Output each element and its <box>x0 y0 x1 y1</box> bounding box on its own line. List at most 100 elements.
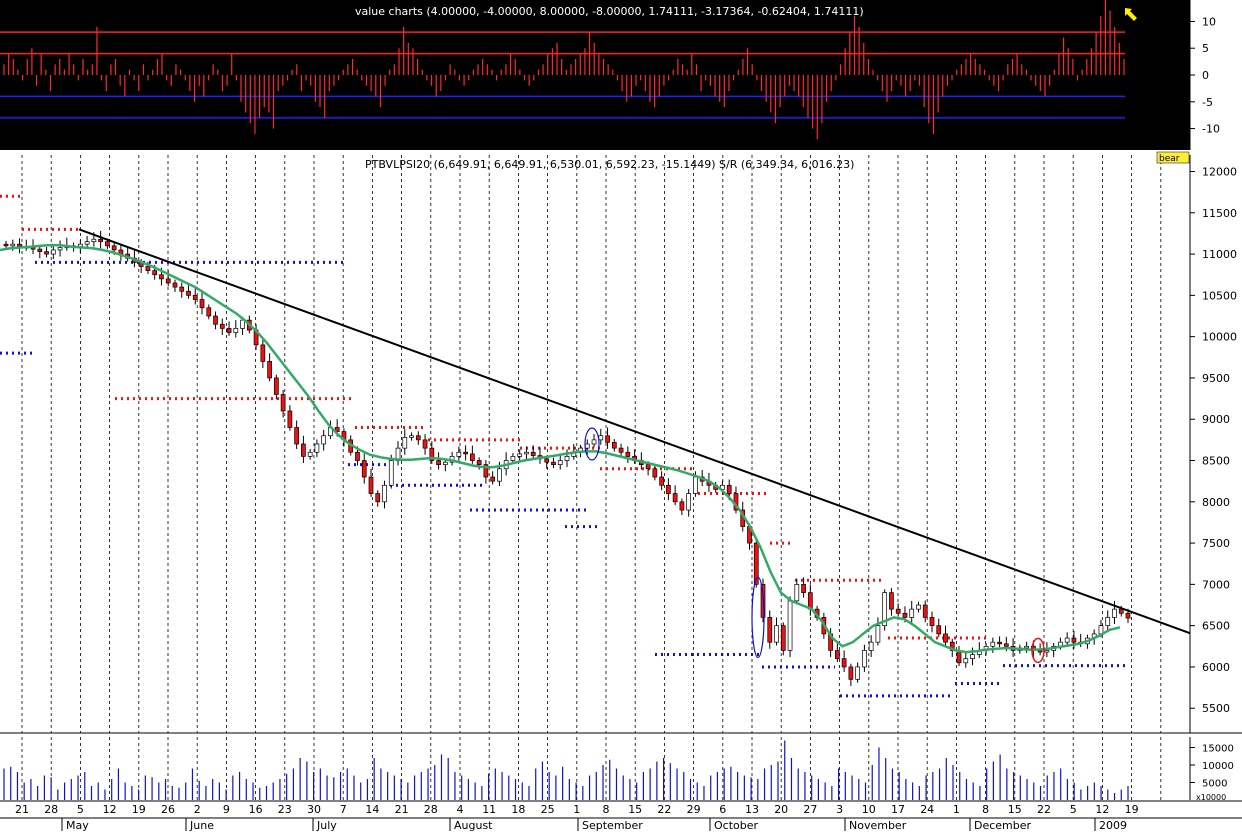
candle-body <box>672 493 678 503</box>
candle-body <box>1105 617 1111 627</box>
bear-badge-label: bear <box>1159 154 1180 164</box>
candle-body <box>301 443 306 457</box>
candle-body <box>287 410 293 428</box>
x-month-label: July <box>316 819 337 831</box>
candle-body <box>388 460 394 486</box>
candle-body <box>922 604 928 618</box>
chart-root: 10 5 0 -5 -10 value charts (4.00000, -4.00000… <box>0 0 1242 832</box>
candle-body <box>916 604 921 610</box>
x-day-tick-label: 18 <box>511 803 525 816</box>
x-day-tick-label: 15 <box>628 803 642 816</box>
x-month-label: August <box>454 819 493 831</box>
candle-body <box>625 451 631 457</box>
x-day-tick-label: 14 <box>365 803 379 816</box>
candle-body <box>794 584 800 602</box>
candle-body <box>895 608 901 614</box>
x-day-tick-label: 13 <box>745 803 759 816</box>
candle-body <box>105 241 110 247</box>
candle-body <box>199 299 205 309</box>
candle-body <box>186 290 191 296</box>
candle-body <box>544 458 550 463</box>
candle-body <box>997 641 1002 645</box>
price-y-tick-label: 8000 <box>1202 496 1230 509</box>
candle-body <box>875 625 881 643</box>
candle-body <box>409 435 414 438</box>
candle-body <box>963 658 969 664</box>
x-day-tick-label: 19 <box>1125 803 1139 816</box>
indicator-y-tick-label: 5 <box>1202 42 1209 55</box>
candle-body <box>456 451 462 457</box>
candle-body <box>848 666 854 680</box>
candle-body <box>787 600 793 651</box>
x-day-tick-label: 28 <box>44 803 58 816</box>
candle-body <box>422 439 428 449</box>
candle-body <box>361 460 367 478</box>
candle-body <box>551 461 556 465</box>
x-day-tick-label: 6 <box>719 803 726 816</box>
candle-body <box>165 278 171 284</box>
price-y-tick-label: 10000 <box>1202 331 1237 344</box>
x-day-tick-label: 20 <box>774 803 788 816</box>
candle-body <box>294 427 299 445</box>
candle-body <box>368 476 374 494</box>
x-day-tick-label: 22 <box>657 803 671 816</box>
x-day-tick-label: 28 <box>424 803 438 816</box>
candle-body <box>50 249 56 255</box>
candle-body <box>868 641 874 651</box>
candle-body <box>564 456 570 461</box>
candle-body <box>517 453 523 457</box>
candle-body <box>584 443 590 449</box>
candle-body <box>3 243 9 247</box>
x-month-label: 2009 <box>1099 819 1127 831</box>
candle-body <box>841 658 847 668</box>
x-day-tick-label: 23 <box>278 803 292 816</box>
x-day-tick-label: 8 <box>982 803 989 816</box>
candle-body <box>889 592 894 610</box>
candle-body <box>233 328 239 333</box>
price-y-tick-label: 12000 <box>1202 166 1237 179</box>
indicator-y-tick-label: 10 <box>1202 15 1216 28</box>
x-day-tick-label: 1 <box>953 803 960 816</box>
volume-y-tick-label: 15000 <box>1202 744 1234 755</box>
candle-body <box>679 501 685 511</box>
price-y-tick-label: 10500 <box>1202 289 1237 302</box>
x-day-tick-label: 25 <box>541 803 555 816</box>
candle-body <box>524 451 529 455</box>
candle-body <box>767 617 773 643</box>
candle-body <box>382 484 387 503</box>
candle-body <box>470 453 475 461</box>
candle-body <box>943 633 948 643</box>
candle-body <box>111 245 117 251</box>
candle-body <box>476 460 482 465</box>
candle-body <box>1044 650 1050 653</box>
x-day-tick-label: 17 <box>891 803 905 816</box>
volume-y-tick-label: 10000 <box>1202 761 1234 772</box>
x-month-label: December <box>974 819 1032 831</box>
candle-body <box>666 484 671 494</box>
x-day-tick-label: 30 <box>307 803 321 816</box>
x-day-tick-label: 5 <box>1070 803 1077 816</box>
candle-body <box>1112 608 1117 618</box>
candle-body <box>355 451 360 461</box>
x-day-tick-label: 7 <box>340 803 347 816</box>
candle-body <box>618 447 624 453</box>
candle-body <box>463 451 468 455</box>
candle-body <box>726 484 732 494</box>
x-month-label: September <box>582 819 643 831</box>
x-day-tick-label: 16 <box>249 803 263 816</box>
candle-body <box>970 654 975 660</box>
candle-body <box>598 435 604 441</box>
candle-body <box>37 248 43 252</box>
candle-body <box>415 435 421 441</box>
x-day-tick-label: 2 <box>194 803 201 816</box>
candle-body <box>929 617 935 627</box>
candle-body <box>240 319 245 329</box>
x-day-tick-label: 29 <box>687 803 701 816</box>
candle-body <box>801 584 806 593</box>
price-y-tick-label: 8500 <box>1202 455 1230 468</box>
x-day-tick-label: 21 <box>395 803 409 816</box>
x-day-tick-label: 8 <box>603 803 610 816</box>
x-day-tick-label: 10 <box>862 803 876 816</box>
candle-body <box>274 377 279 395</box>
candle-body <box>314 443 320 453</box>
